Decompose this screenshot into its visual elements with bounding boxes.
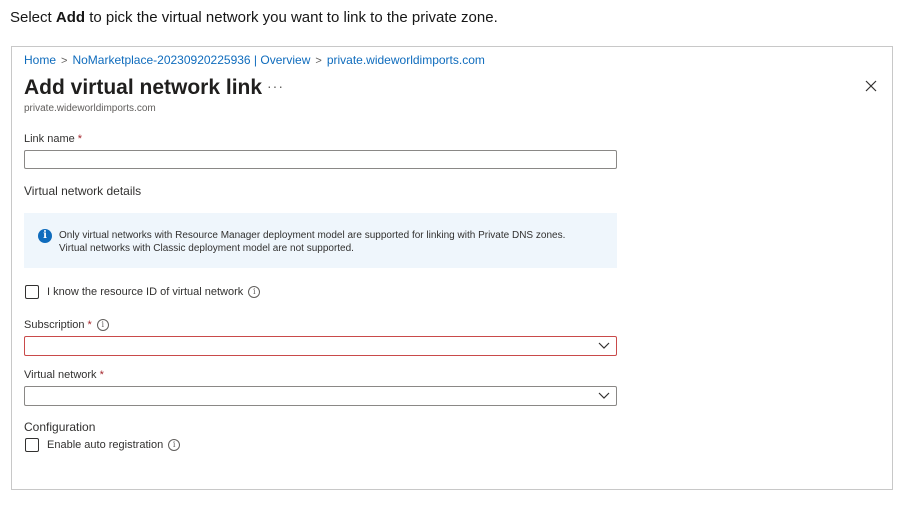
screenshot-frame: Home > NoMarketplace-20230920225936 | Over… [11,46,893,490]
breadcrumb-home[interactable]: Home [24,53,56,67]
caption-bold: Add [55,9,86,26]
virtual-network-dropdown[interactable] [24,386,617,406]
chevron-down-icon [598,392,610,399]
required-mark: * [87,319,92,331]
vnet-details-heading: Virtual network details [24,184,142,198]
chevron-down-icon [598,342,610,349]
info-message-box: i Only virtual networks with Resource Ma… [24,213,617,268]
subscription-label: Subscription * i [24,319,109,332]
configuration-heading: Configuration [24,420,96,434]
link-name-label: Link name * [24,133,82,145]
know-resource-id-label: I know the resource ID of virtual networ… [47,286,261,299]
breadcrumb-separator: > [61,55,68,67]
auto-registration-label: Enable auto registration i [47,439,181,452]
required-mark: * [99,369,104,381]
more-options-button[interactable]: ··· [267,78,284,94]
breadcrumb-separator: > [315,55,322,67]
auto-registration-text: Enable auto registration [47,439,164,451]
page-title: Add virtual network link [24,76,263,99]
info-line-2: Virtual networks with Classic deployment… [59,243,354,254]
info-icon: i [38,229,52,243]
virtual-network-label-text: Virtual network [24,369,97,381]
info-line-1: Only virtual networks with Resource Mana… [59,230,566,241]
close-icon[interactable] [864,79,880,95]
know-resource-id-checkbox[interactable] [25,285,39,299]
info-circle-icon[interactable]: i [168,439,181,452]
info-circle-icon[interactable]: i [248,286,261,299]
instruction-caption: Select Add to pick the virtual network y… [10,9,498,26]
subscription-label-text: Subscription [24,319,85,331]
breadcrumb: Home > NoMarketplace-20230920225936 | Over… [24,53,485,67]
breadcrumb-overview[interactable]: NoMarketplace-20230920225936 | Overview [72,53,310,67]
virtual-network-label: Virtual network * [24,369,104,381]
subscription-dropdown[interactable] [24,336,617,356]
auto-registration-checkbox[interactable] [25,438,39,452]
know-resource-id-text: I know the resource ID of virtual networ… [47,286,244,298]
caption-prefix: Select [10,9,56,26]
required-mark: * [77,133,83,145]
page-subtitle: private.wideworldimports.com [24,103,156,114]
info-message-text: Only virtual networks with Resource Mana… [59,229,565,255]
link-name-input[interactable] [24,150,617,169]
link-name-label-text: Link name [24,133,75,145]
info-circle-icon[interactable]: i [96,319,109,332]
caption-suffix: to pick the virtual network you want to … [85,9,498,26]
breadcrumb-zone[interactable]: private.wideworldimports.com [327,53,485,67]
